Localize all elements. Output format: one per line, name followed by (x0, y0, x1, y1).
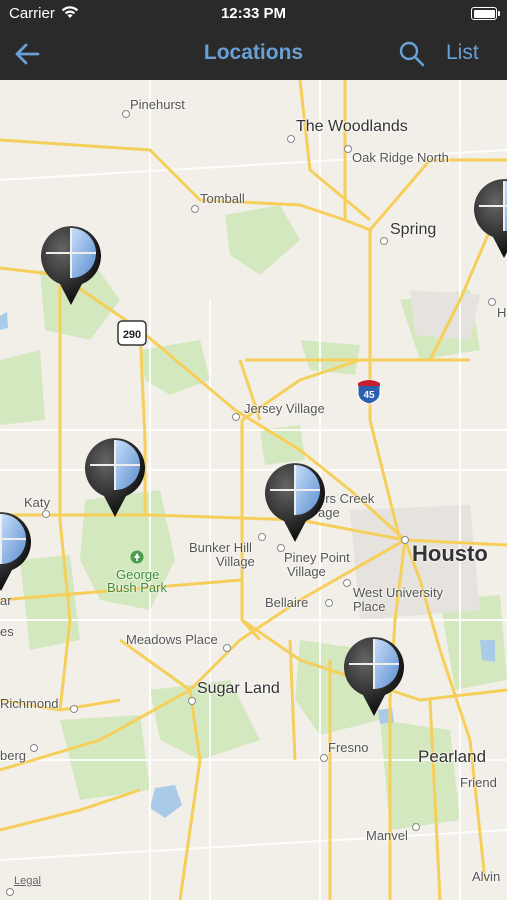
place-dot-rosenberg (30, 744, 38, 752)
place-dot-west-university (343, 579, 351, 587)
map-label-bunker-hill-1: Bunker Hill (189, 540, 252, 555)
search-icon[interactable] (398, 40, 426, 68)
list-button[interactable]: List (446, 41, 479, 65)
map-label-bellaire: Bellaire (265, 595, 309, 610)
map-label-spring: Spring (390, 221, 437, 238)
map-label-edge-h: H (497, 305, 507, 320)
map-label-hunters-creek: ers Creek (318, 491, 375, 506)
map-label-fulshear: ar (0, 593, 12, 608)
place-dot-fresno (320, 754, 328, 762)
navigation-bar: Locations List (0, 28, 507, 80)
map-label-edge-es: es (0, 624, 14, 639)
place-dot-meadows-place (223, 644, 231, 652)
place-dot-bellaire (325, 599, 333, 607)
battery-icon (471, 7, 500, 20)
place-dot-houston (401, 536, 409, 544)
place-dot-tomball (191, 205, 199, 213)
map-label-friendswood: Friend (460, 775, 497, 790)
map-label-bunker-hill-2: Village (216, 554, 255, 569)
place-dot-spring (380, 237, 388, 245)
place-dot-katy (42, 510, 50, 518)
map-view[interactable]: 290 45 Pinehurst The Woodlands Oak Ridge… (0, 80, 507, 900)
svg-text:45: 45 (363, 390, 375, 401)
map-label-richmond: Richmond (0, 696, 59, 711)
place-dot-manvel (412, 823, 420, 831)
legal-link[interactable]: Legal (14, 875, 41, 887)
i-45-shield-icon: 45 (357, 379, 381, 405)
clock: 12:33 PM (220, 5, 287, 22)
location-pin-icon[interactable] (40, 222, 102, 306)
map-label-george-bush-2: Bush Park (107, 580, 167, 595)
place-dot-east (488, 298, 496, 306)
map-base (0, 80, 507, 900)
map-label-piney-point-2: Village (287, 564, 326, 579)
page-title: Locations (203, 41, 304, 64)
map-label-rosenberg: berg (0, 748, 27, 763)
map-label-the-woodlands: The Woodlands (296, 118, 408, 135)
map-label-sugar-land: Sugar Land (197, 680, 280, 697)
location-pin-icon[interactable] (264, 459, 326, 543)
status-bar: Carrier 12:33 PM (0, 0, 507, 28)
map-label-meadows-place: Meadows Place (126, 632, 218, 647)
map-label-piney-point-1: Piney Point (284, 550, 350, 565)
location-pin-icon[interactable] (0, 508, 32, 592)
place-dot-far-left (6, 888, 14, 896)
map-label-west-university-1: West University (353, 585, 444, 600)
map-label-houston: Housto (412, 541, 488, 566)
park-icon (130, 550, 144, 564)
place-dot-the-woodlands (287, 135, 295, 143)
place-dot-jersey-village (232, 413, 240, 421)
map-label-manvel: Manvel (366, 828, 408, 843)
map-label-oak-ridge-north: Oak Ridge North (352, 150, 449, 165)
map-label-alvin: Alvin (472, 869, 501, 884)
map-label-tomball: Tomball (200, 191, 245, 206)
svg-text:290: 290 (123, 329, 141, 341)
map-label-west-university-2: Place (353, 599, 386, 614)
us-290-shield-icon: 290 (117, 320, 147, 346)
place-dot-sugar-land (188, 697, 196, 705)
location-pin-icon[interactable] (84, 434, 146, 518)
location-pin-icon[interactable] (343, 633, 405, 717)
map-label-fresno: Fresno (328, 740, 369, 755)
place-dot-oak-ridge (344, 145, 352, 153)
map-label-jersey-village: Jersey Village (244, 401, 325, 416)
place-dot-richmond (70, 705, 78, 713)
map-label-pearland: Pearland (418, 747, 487, 766)
map-label-pinehurst: Pinehurst (130, 97, 185, 112)
place-dot-pinehurst (122, 110, 130, 118)
location-pin-icon[interactable] (473, 175, 507, 259)
